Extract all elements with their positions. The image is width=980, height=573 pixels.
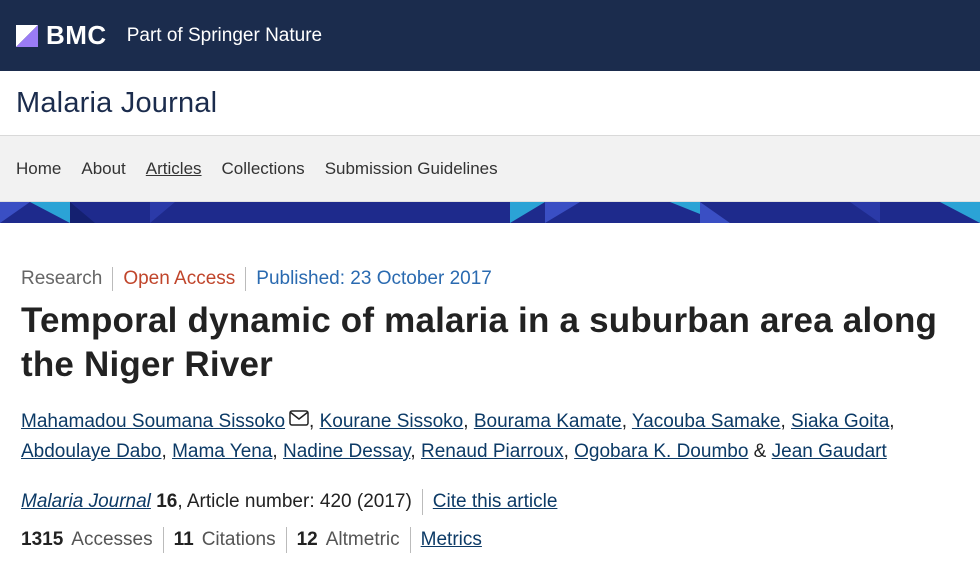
journal-header: Malaria Journal: [0, 71, 980, 136]
divider: [162, 527, 164, 553]
nav-home[interactable]: Home: [16, 159, 61, 179]
article-metrics: 1315 Accesses 11 Citations 12 Altmetric …: [21, 527, 959, 553]
divider: [409, 527, 411, 553]
author-link[interactable]: Abdoulaye Dabo: [21, 441, 162, 462]
open-access-badge: Open Access: [123, 268, 236, 289]
author-link[interactable]: Bourama Kamate: [474, 411, 622, 432]
nav-collections[interactable]: Collections: [222, 159, 305, 179]
author-link[interactable]: Mama Yena: [172, 441, 272, 462]
accesses-count: 1315: [21, 529, 64, 550]
author-link[interactable]: Jean Gaudart: [772, 441, 887, 462]
author-link[interactable]: Mahamadou Soumana Sissoko: [21, 411, 285, 432]
accesses-label: Accesses: [71, 529, 153, 550]
author-link[interactable]: Siaka Goita: [791, 411, 889, 432]
divider: [421, 489, 423, 515]
author-link[interactable]: Renaud Piarroux: [421, 441, 564, 462]
article-type: Research: [21, 268, 103, 289]
article-meta: Research Open Access Published: 23 Octob…: [21, 267, 959, 291]
journal-name-link[interactable]: Malaria Journal: [21, 491, 151, 513]
author-link[interactable]: Nadine Dessay: [283, 441, 410, 462]
brand-name: BMC: [46, 20, 107, 50]
divider: [285, 527, 287, 553]
volume-number: 16: [156, 491, 178, 512]
citation-line: Malaria Journal 16, Article number: 420 …: [21, 489, 959, 515]
article-header: Research Open Access Published: 23 Octob…: [0, 267, 980, 553]
brand-tagline[interactable]: Part of Springer Nature: [127, 25, 322, 47]
article-number: , Article number: 420 (2017): [177, 491, 412, 512]
article-title: Temporal dynamic of malaria in a suburba…: [21, 301, 938, 384]
decorative-banner: [0, 202, 980, 223]
published-date: Published: 23 October 2017: [256, 268, 492, 289]
bmc-logo-icon: [16, 24, 38, 47]
bmc-logo[interactable]: BMC: [16, 20, 107, 51]
nav-articles[interactable]: Articles: [146, 159, 202, 179]
email-icon[interactable]: [289, 410, 309, 426]
author-link[interactable]: Kourane Sissoko: [320, 411, 464, 432]
metrics-link[interactable]: Metrics: [421, 529, 482, 551]
nav-about[interactable]: About: [81, 159, 125, 179]
author-link[interactable]: Ogobara K. Doumbo: [574, 441, 748, 462]
divider: [112, 267, 114, 291]
author-list: Mahamadou Soumana Sissoko, Kourane Sisso…: [21, 410, 895, 462]
citations-count: 11: [173, 529, 194, 550]
journal-title[interactable]: Malaria Journal: [16, 87, 217, 120]
divider: [245, 267, 247, 291]
author-link[interactable]: Yacouba Samake: [632, 411, 781, 432]
altmetric-count: 12: [296, 529, 318, 550]
main-nav: Home About Articles Collections Submissi…: [0, 136, 980, 202]
top-bar: BMC Part of Springer Nature: [0, 0, 980, 71]
citations-label: Citations: [201, 529, 276, 550]
banner-pattern: [0, 202, 980, 223]
cite-article-link[interactable]: Cite this article: [433, 491, 558, 513]
altmetric-label: Altmetric: [325, 529, 400, 550]
nav-submission-guidelines[interactable]: Submission Guidelines: [325, 159, 498, 179]
